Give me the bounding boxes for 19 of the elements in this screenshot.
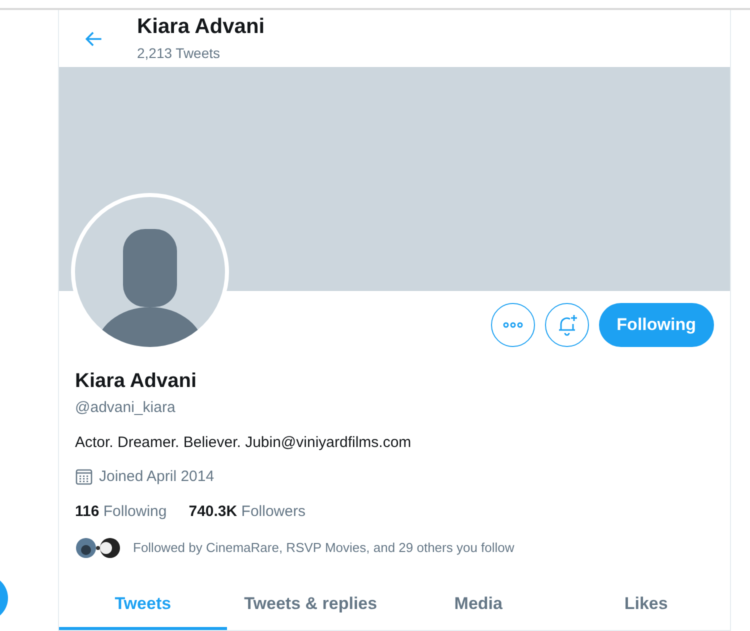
joined-date: Joined April 2014 — [99, 467, 214, 487]
tweet-count: 2,213 Tweets — [137, 44, 222, 62]
followed-by-text: Followed by CinemaRare, RSVP Movies, and 29 others you follow — [133, 539, 514, 558]
more-button[interactable] — [490, 303, 535, 347]
notify-button[interactable] — [544, 303, 589, 347]
calendar-icon — [75, 468, 93, 486]
follower-avatars-icon — [75, 537, 121, 559]
profile-tab[interactable]: Tweets & replies — [226, 580, 394, 630]
profile-tab[interactable]: Tweets — [59, 580, 227, 630]
stat-link[interactable]: 740.3K Followers — [188, 500, 306, 523]
header-title: Kiara Advani — [137, 14, 265, 40]
stat-link[interactable]: 116 Following — [75, 500, 167, 523]
more-icon — [502, 322, 523, 328]
following-button[interactable]: Following — [598, 303, 714, 347]
profile-name: Kiara Advani — [75, 369, 198, 393]
profile-handle: @advani_kiara — [75, 398, 176, 418]
profile-tab[interactable]: Media — [394, 580, 562, 630]
profile-tab[interactable]: Likes — [562, 580, 730, 630]
profile-bio: Actor. Dreamer. Believer. Jubin@viniyardfilms.com — [75, 432, 412, 452]
